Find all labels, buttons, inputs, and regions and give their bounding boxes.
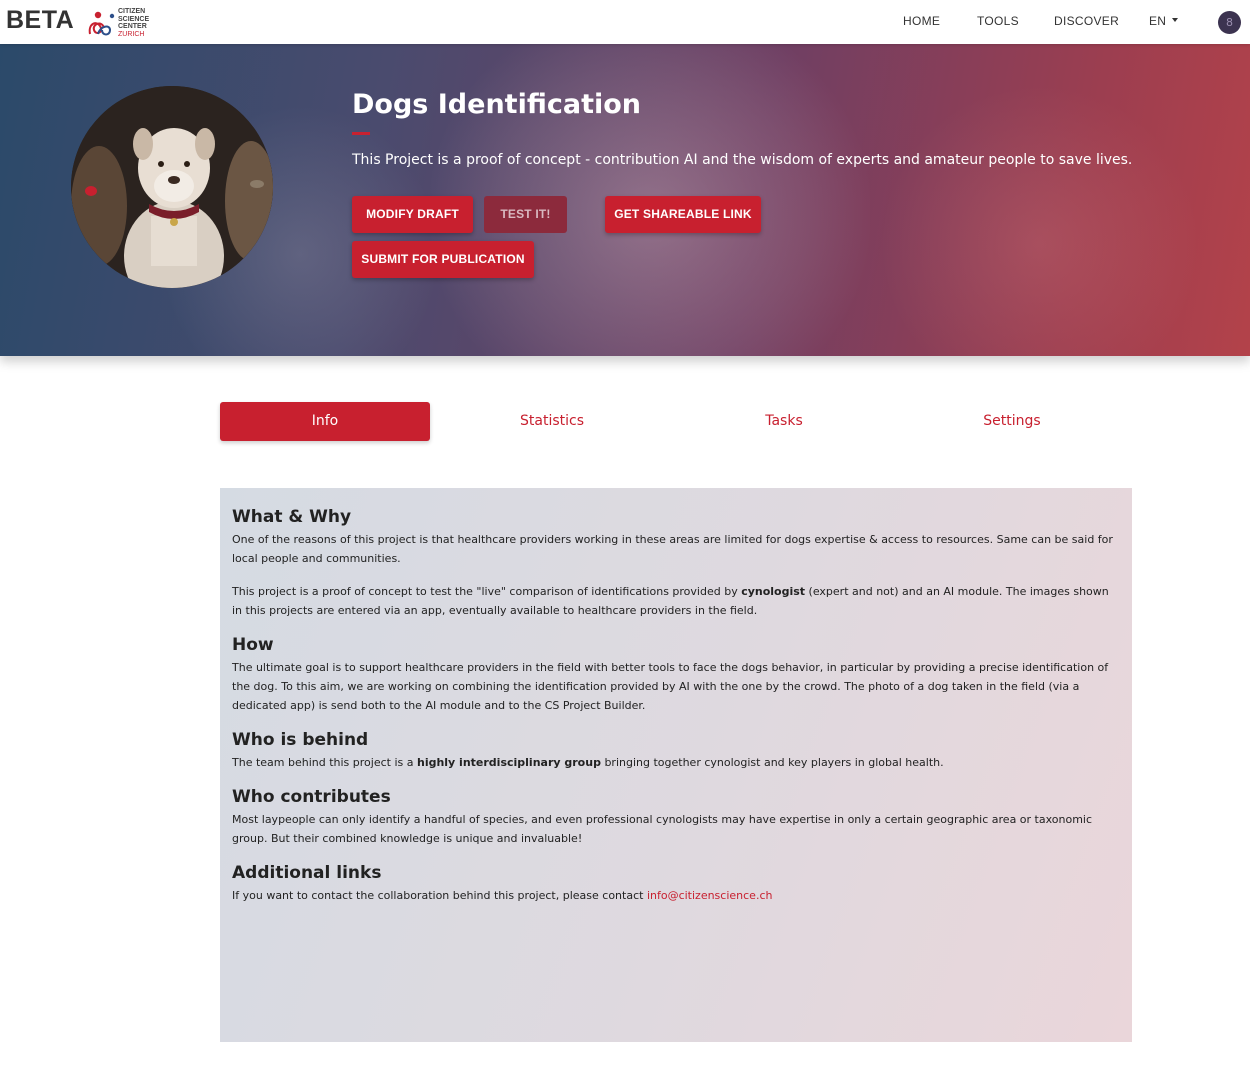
- dog-photo-icon: [71, 86, 273, 288]
- project-hero: Dogs Identification This Project is a pr…: [0, 44, 1250, 356]
- test-it-button[interactable]: TEST IT!: [484, 196, 567, 233]
- logo-line-3: CENTER: [118, 23, 147, 30]
- tab-info[interactable]: Info: [220, 402, 430, 441]
- caret-down-icon: [1172, 17, 1179, 22]
- bold-text: highly interdisciplinary group: [416, 756, 601, 769]
- bold-text: cynologist: [741, 585, 806, 598]
- citizen-science-logo[interactable]: CITIZEN SCIENCE CENTER ZURICH: [84, 6, 154, 40]
- info-panel: What & Why One of the reasons of this pr…: [220, 488, 1132, 1042]
- language-selector[interactable]: EN: [1149, 14, 1179, 28]
- who-contributes-paragraph: Most laypeople can only identify a handf…: [232, 813, 1093, 845]
- what-why-heading: What & Why: [232, 507, 352, 527]
- submit-for-publication-button[interactable]: SUBMIT FOR PUBLICATION: [352, 241, 534, 278]
- what-why-paragraph-1: One of the reasons of this project is th…: [232, 533, 1113, 565]
- what-why-paragraph-2: This project is a proof of concept to te…: [232, 582, 1120, 620]
- additional-links-paragraph: If you want to contact the collaboration…: [232, 886, 1120, 905]
- nav-home[interactable]: HOME: [903, 14, 940, 28]
- tab-statistics[interactable]: Statistics: [447, 402, 657, 441]
- tab-settings[interactable]: Settings: [907, 402, 1117, 441]
- text-segment: If you want to contact the collaboration…: [232, 889, 647, 902]
- title-underline: [352, 132, 370, 135]
- how-paragraph: The ultimate goal is to support healthca…: [232, 661, 1109, 712]
- tab-tasks[interactable]: Tasks: [679, 402, 889, 441]
- user-avatar[interactable]: 8: [1218, 11, 1241, 34]
- who-is-behind-heading: Who is behind: [232, 730, 369, 750]
- logo-line-2: SCIENCE: [118, 15, 150, 23]
- text-segment: The team behind this project is a: [232, 756, 417, 769]
- nav-tools[interactable]: TOOLS: [977, 14, 1019, 28]
- project-image: [71, 86, 273, 288]
- language-label: EN: [1149, 14, 1167, 28]
- get-shareable-link-button[interactable]: GET SHAREABLE LINK: [605, 196, 761, 233]
- modify-draft-button[interactable]: MODIFY DRAFT: [352, 196, 473, 233]
- logo-line-1: CITIZEN: [118, 8, 146, 15]
- contact-email-link[interactable]: info@citizenscience.ch: [647, 889, 773, 902]
- project-title: Dogs Identification: [352, 89, 641, 120]
- how-heading: How: [232, 635, 274, 655]
- logo-mark-icon: [88, 11, 115, 36]
- text-segment: bringing together cynologist and key pla…: [600, 756, 944, 769]
- logo-text: CITIZEN SCIENCE CENTER ZURICH: [118, 8, 149, 38]
- project-description: This Project is a proof of concept - con…: [352, 152, 1133, 168]
- nav-discover[interactable]: DISCOVER: [1054, 14, 1119, 28]
- who-contributes-heading: Who contributes: [232, 787, 391, 807]
- hero-bg-shape: [880, 84, 1200, 356]
- brand-beta[interactable]: BETA: [6, 6, 74, 35]
- additional-links-heading: Additional links: [232, 863, 382, 883]
- text-segment: This project is a proof of concept to te…: [232, 585, 742, 598]
- top-navbar: BETA CITIZEN SCIENCE CENTER ZURICH HOME …: [0, 0, 1250, 44]
- who-is-behind-paragraph: The team behind this project is a highly…: [232, 753, 1120, 772]
- logo-line-4: ZURICH: [118, 30, 145, 38]
